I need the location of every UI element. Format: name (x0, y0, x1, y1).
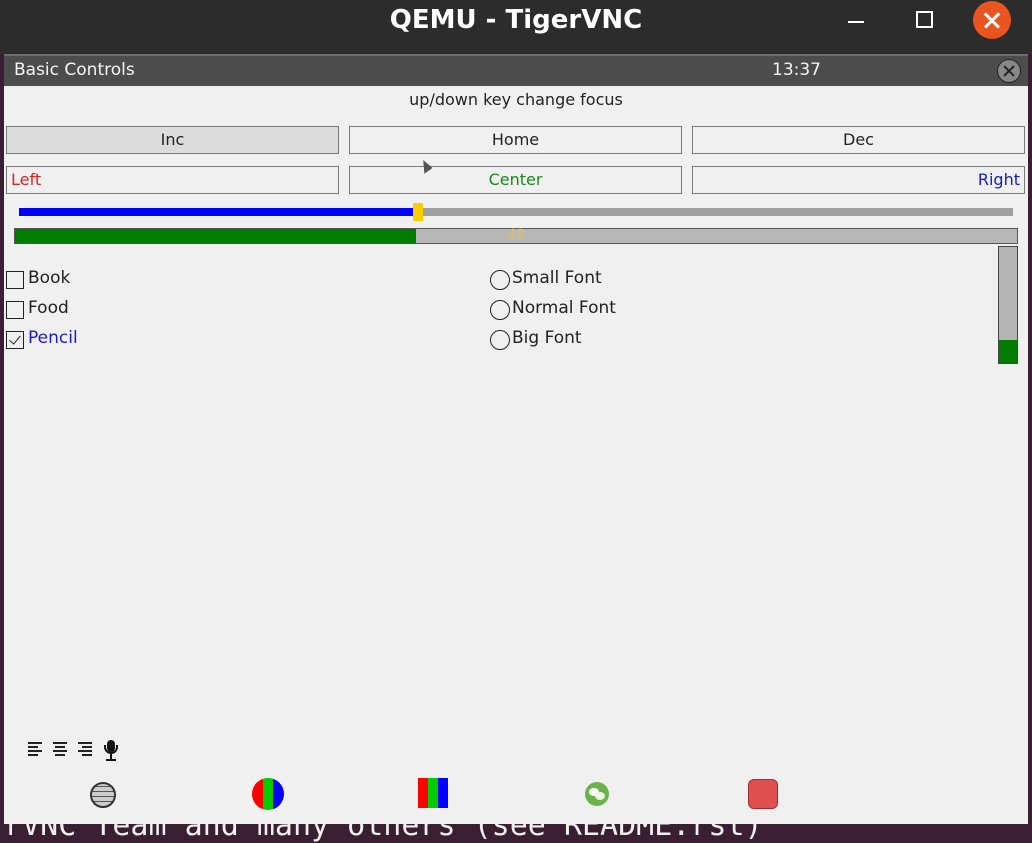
progress-text: 40 (507, 227, 525, 243)
slider[interactable] (19, 203, 1013, 221)
close-window-button[interactable] (973, 1, 1011, 39)
align-left-icon[interactable] (28, 740, 46, 758)
slider-fill (19, 208, 417, 216)
focus-hint: up/down key change focus (409, 90, 623, 109)
checkbox-label: Pencil (28, 328, 78, 348)
rgb-circle-icon[interactable] (252, 778, 284, 810)
clock: 13:37 (772, 60, 821, 80)
checkbox-label: Food (28, 298, 69, 318)
maximize-button[interactable] (904, 0, 944, 40)
radio-circle[interactable] (490, 300, 510, 320)
radio-circle[interactable] (490, 330, 510, 350)
home-button[interactable]: Home (349, 126, 682, 154)
vnc-viewport[interactable]: Basic Controls 13:37 up/down key change … (4, 54, 1028, 824)
slider-thumb[interactable] (412, 203, 423, 221)
vertical-bar-fill (999, 339, 1017, 363)
minimize-button[interactable] (836, 0, 876, 40)
app-title: Basic Controls (14, 60, 135, 80)
right-button[interactable]: Right (692, 166, 1025, 194)
radio-label: Small Font (512, 268, 602, 288)
inc-button[interactable]: Inc (6, 126, 339, 154)
left-button[interactable]: Left (6, 166, 339, 194)
align-center-icon[interactable] (53, 740, 71, 758)
window-titlebar: QEMU - TigerVNC (0, 0, 1032, 54)
checkbox-label: Book (28, 268, 71, 288)
window-title: QEMU - TigerVNC (389, 5, 643, 35)
dock (4, 778, 1028, 810)
radio-label: Normal Font (512, 298, 616, 318)
checkbox-box[interactable] (6, 301, 24, 319)
align-right-icon[interactable] (78, 740, 96, 758)
dec-button[interactable]: Dec (692, 126, 1025, 154)
radio-label: Big Font (512, 328, 582, 348)
center-button[interactable]: Center (349, 166, 682, 194)
stop-icon[interactable] (748, 779, 778, 809)
checkbox-box[interactable] (6, 271, 24, 289)
radio-circle[interactable] (490, 270, 510, 290)
wechat-icon[interactable] (585, 782, 609, 806)
globe-icon[interactable] (90, 782, 116, 808)
rgb-bars-icon[interactable] (418, 778, 448, 808)
app-header: Basic Controls 13:37 (4, 54, 1028, 86)
vertical-bar (998, 246, 1018, 364)
progress-bar: 40 (14, 227, 1018, 244)
microphone-icon[interactable] (102, 740, 120, 762)
app-close-icon[interactable] (997, 59, 1021, 83)
checkbox-box[interactable] (6, 331, 24, 349)
